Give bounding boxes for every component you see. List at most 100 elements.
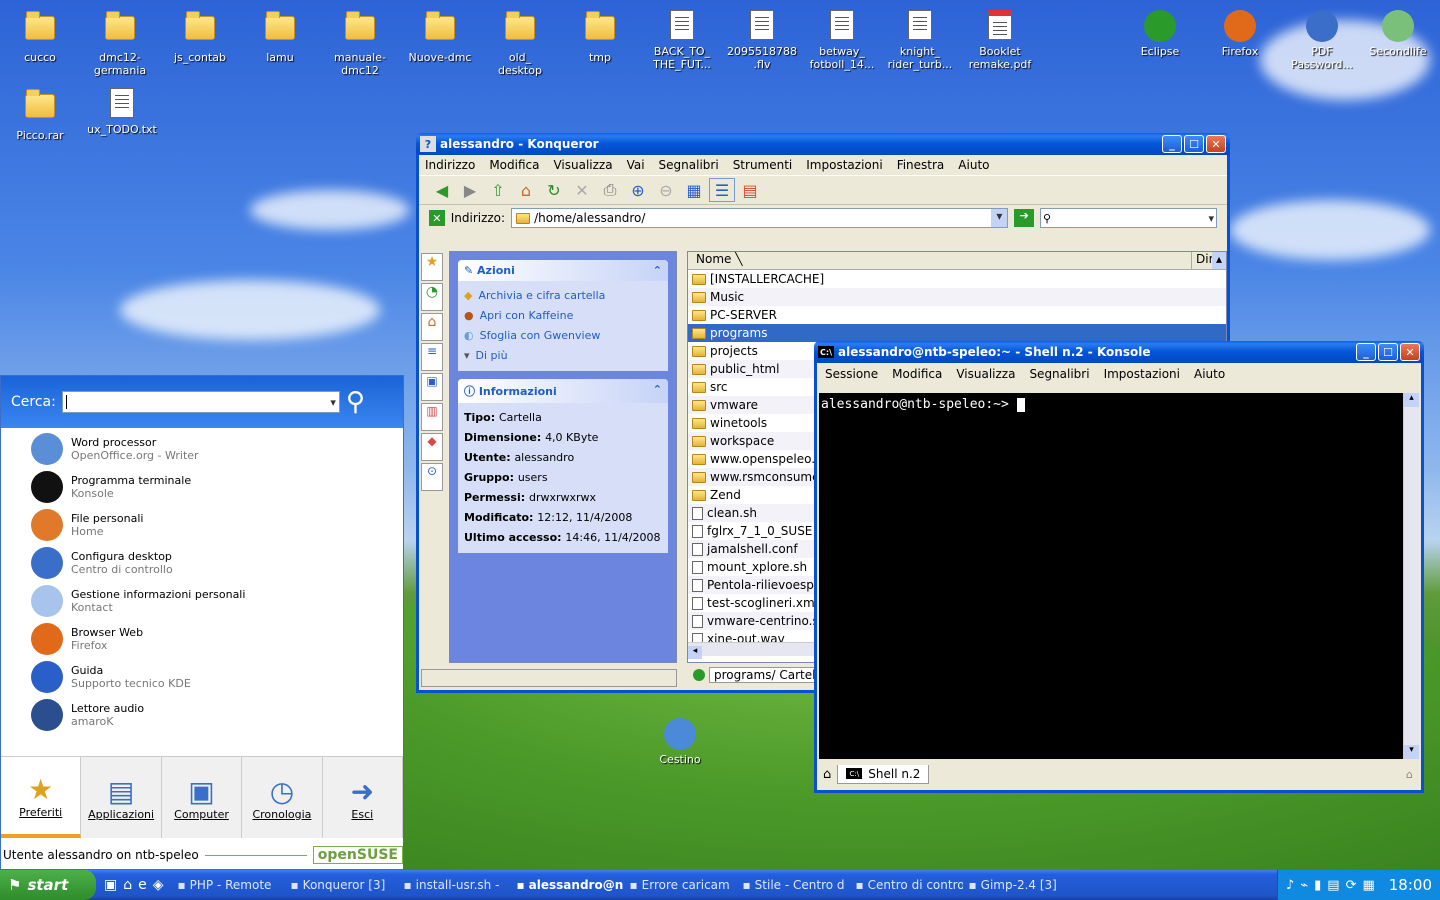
actions-header[interactable]: ✎ Azioni ⌃	[458, 260, 668, 281]
desktop-icon[interactable]: Firefox	[1200, 10, 1280, 58]
taskbar-button[interactable]: ▪ alessandro@n	[511, 874, 624, 896]
collapse-icon[interactable]: ⌃	[653, 264, 662, 277]
file-row[interactable]: PC-SERVER	[688, 306, 1226, 324]
close-button[interactable]: ✕	[1206, 135, 1226, 153]
desktop-icon[interactable]: BACK_TO_ THE_FUT...	[642, 10, 722, 71]
go-icon[interactable]: ➔	[1014, 209, 1035, 227]
print-icon[interactable]: ⎙	[597, 178, 623, 202]
start-menu-item[interactable]: Lettore audio amaroK	[1, 696, 403, 734]
minimize-button[interactable]: _	[1162, 135, 1182, 153]
taskbar-button[interactable]: ▪ Errore caricam	[624, 874, 737, 896]
services-tab-icon[interactable]: ▣	[421, 373, 443, 401]
clock[interactable]: 18:00	[1389, 876, 1432, 894]
desktop-icon[interactable]: knight_ rider_turb...	[880, 10, 960, 71]
browser-launch-icon[interactable]: e	[138, 877, 147, 893]
minimize-button[interactable]: _	[1356, 343, 1376, 361]
konsole-launch-icon[interactable]: ▣	[104, 877, 117, 893]
desktop-icon[interactable]: manuale- dmc12	[320, 10, 400, 77]
menu-aiuto[interactable]: Aiuto	[1194, 367, 1225, 381]
desktop-icon[interactable]: Secondlife	[1358, 10, 1438, 58]
detail-view-icon[interactable]: ☰	[709, 178, 735, 202]
network-icon[interactable]: ⌁	[1300, 878, 1308, 893]
menu-visualizza[interactable]: Visualizza	[553, 158, 612, 172]
start-menu-item[interactable]: Configura desktop Centro di controllo	[1, 544, 403, 582]
new-session-icon[interactable]: ⌂	[823, 767, 831, 782]
signal-icon[interactable]: ▮	[1314, 878, 1321, 893]
start-menu-item[interactable]: Programma terminale Konsole	[1, 468, 403, 506]
desktop-icon[interactable]: js_contab	[160, 10, 240, 64]
menu-finestra[interactable]: Finestra	[897, 158, 945, 172]
desktop-icon[interactable]: Eclipse	[1120, 10, 1200, 58]
tree-view-icon[interactable]: ▤	[737, 178, 763, 202]
desktop-icon[interactable]: Nuove-dmc	[400, 10, 480, 64]
up-icon[interactable]: ⇧	[485, 178, 511, 202]
start-menu-item[interactable]: Word processor OpenOffice.org - Writer	[1, 430, 403, 468]
package-icon[interactable]: ▦	[1362, 878, 1374, 893]
file-row[interactable]: [INSTALLERCACHE]	[688, 270, 1226, 288]
menu-sessione[interactable]: Sessione	[825, 367, 878, 381]
menu-impostazioni[interactable]: Impostazioni	[806, 158, 882, 172]
search-icon[interactable]: ⚲	[346, 387, 365, 417]
start-menu-item[interactable]: Guida Supporto tecnico KDE	[1, 658, 403, 696]
konqueror-launch-icon[interactable]: ⌂	[123, 877, 132, 893]
file-row[interactable]: programs	[688, 324, 1226, 342]
file-row[interactable]: Music	[688, 288, 1226, 306]
icon-view-icon[interactable]: ▦	[681, 178, 707, 202]
home-icon[interactable]: ⌂	[513, 178, 539, 202]
desktop-icon[interactable]: old_ desktop	[480, 10, 560, 77]
forward-icon[interactable]: ▶	[457, 178, 483, 202]
clipboard-icon[interactable]: ▤	[1327, 878, 1339, 893]
column-name[interactable]: Nome ╲	[688, 252, 1192, 269]
taskbar-button[interactable]: ▪ Centro di contro	[850, 874, 963, 896]
chevron-down-icon[interactable]: ▾	[1208, 212, 1214, 225]
start-menu-item[interactable]: File personali Home	[1, 506, 403, 544]
scroll-down-icon[interactable]: ▾	[1404, 745, 1419, 759]
taskbar-button[interactable]: ▪ Stile - Centro d	[737, 874, 850, 896]
terminal-scrollbar[interactable]: ▴ ▾	[1403, 393, 1419, 759]
desktop-icon[interactable]: 2095518788 .flv	[722, 10, 802, 71]
menu-indirizzo[interactable]: Indirizzo	[425, 158, 475, 172]
menu-strumenti[interactable]: Strumenti	[733, 158, 793, 172]
history-tab-icon[interactable]: ◔	[421, 283, 443, 311]
desktop-icon[interactable]: betway_ fotboll_14...	[802, 10, 882, 71]
desktop-icon[interactable]: Picco.rar	[0, 88, 80, 142]
maximize-button[interactable]: ☐	[1184, 135, 1204, 153]
search-combo[interactable]: ⚲ ▾	[1040, 208, 1217, 228]
chevron-down-icon[interactable]: ▾	[330, 396, 336, 409]
close-session-icon[interactable]: ⌂	[1406, 768, 1413, 781]
konqueror-titlebar[interactable]: ? alessandro - Konqueror _ ☐ ✕	[416, 133, 1230, 155]
start-button[interactable]: ⚑ start	[0, 870, 96, 900]
desktop-icon[interactable]: PDF Password...	[1282, 10, 1362, 71]
scroll-up-icon[interactable]: ▴	[1404, 393, 1419, 407]
konsole-titlebar[interactable]: C:\ alessandro@ntb-speleo:~ - Shell n.2 …	[814, 341, 1424, 363]
bookmarks-tab-icon[interactable]: ★	[421, 253, 443, 281]
volume-icon[interactable]: ♪	[1286, 878, 1294, 893]
menu-vai[interactable]: Vai	[627, 158, 645, 172]
menu-segnalibri[interactable]: Segnalibri	[659, 158, 719, 172]
update-icon[interactable]: ⟳	[1346, 878, 1357, 893]
scroll-left-icon[interactable]: ◂	[688, 646, 702, 659]
desktop-icon[interactable]: dmc12- germania	[80, 10, 160, 77]
desktop-icon[interactable]: Booklet remake.pdf	[960, 10, 1040, 71]
start-tab-esci[interactable]: ➜ Esci	[322, 757, 404, 838]
start-tab-computer[interactable]: ▣ Computer	[161, 757, 243, 838]
taskbar-button[interactable]: ▪ install-usr.sh -	[398, 874, 511, 896]
menu-segnalibri[interactable]: Segnalibri	[1029, 367, 1089, 381]
reload-icon[interactable]: ↻	[541, 178, 567, 202]
start-tab-preferiti[interactable]: ★ Preferiti	[1, 757, 82, 838]
menu-aiuto[interactable]: Aiuto	[958, 158, 989, 172]
chevron-down-icon[interactable]: ▾	[991, 209, 1008, 227]
desktop-icon[interactable]: lamu	[240, 10, 320, 64]
collapse-icon[interactable]: ⌃	[653, 383, 662, 399]
menu-modifica[interactable]: Modifica	[489, 158, 539, 172]
start-tab-applicazioni[interactable]: ▤ Applicazioni	[81, 757, 162, 838]
desktop-icon[interactable]: cucco	[0, 10, 80, 64]
maximize-button[interactable]: ☐	[1378, 343, 1398, 361]
tools-launch-icon[interactable]: ◈	[153, 877, 164, 893]
action-item[interactable]: ▾ Di più	[464, 346, 662, 366]
desktop-icon[interactable]: Cestino	[640, 718, 720, 766]
zoom-out-icon[interactable]: ⊖	[653, 178, 679, 202]
media-tab-icon[interactable]: ▥	[421, 403, 443, 431]
zoom-in-icon[interactable]: ⊕	[625, 178, 651, 202]
action-item[interactable]: ● Apri con Kaffeine	[464, 306, 662, 326]
